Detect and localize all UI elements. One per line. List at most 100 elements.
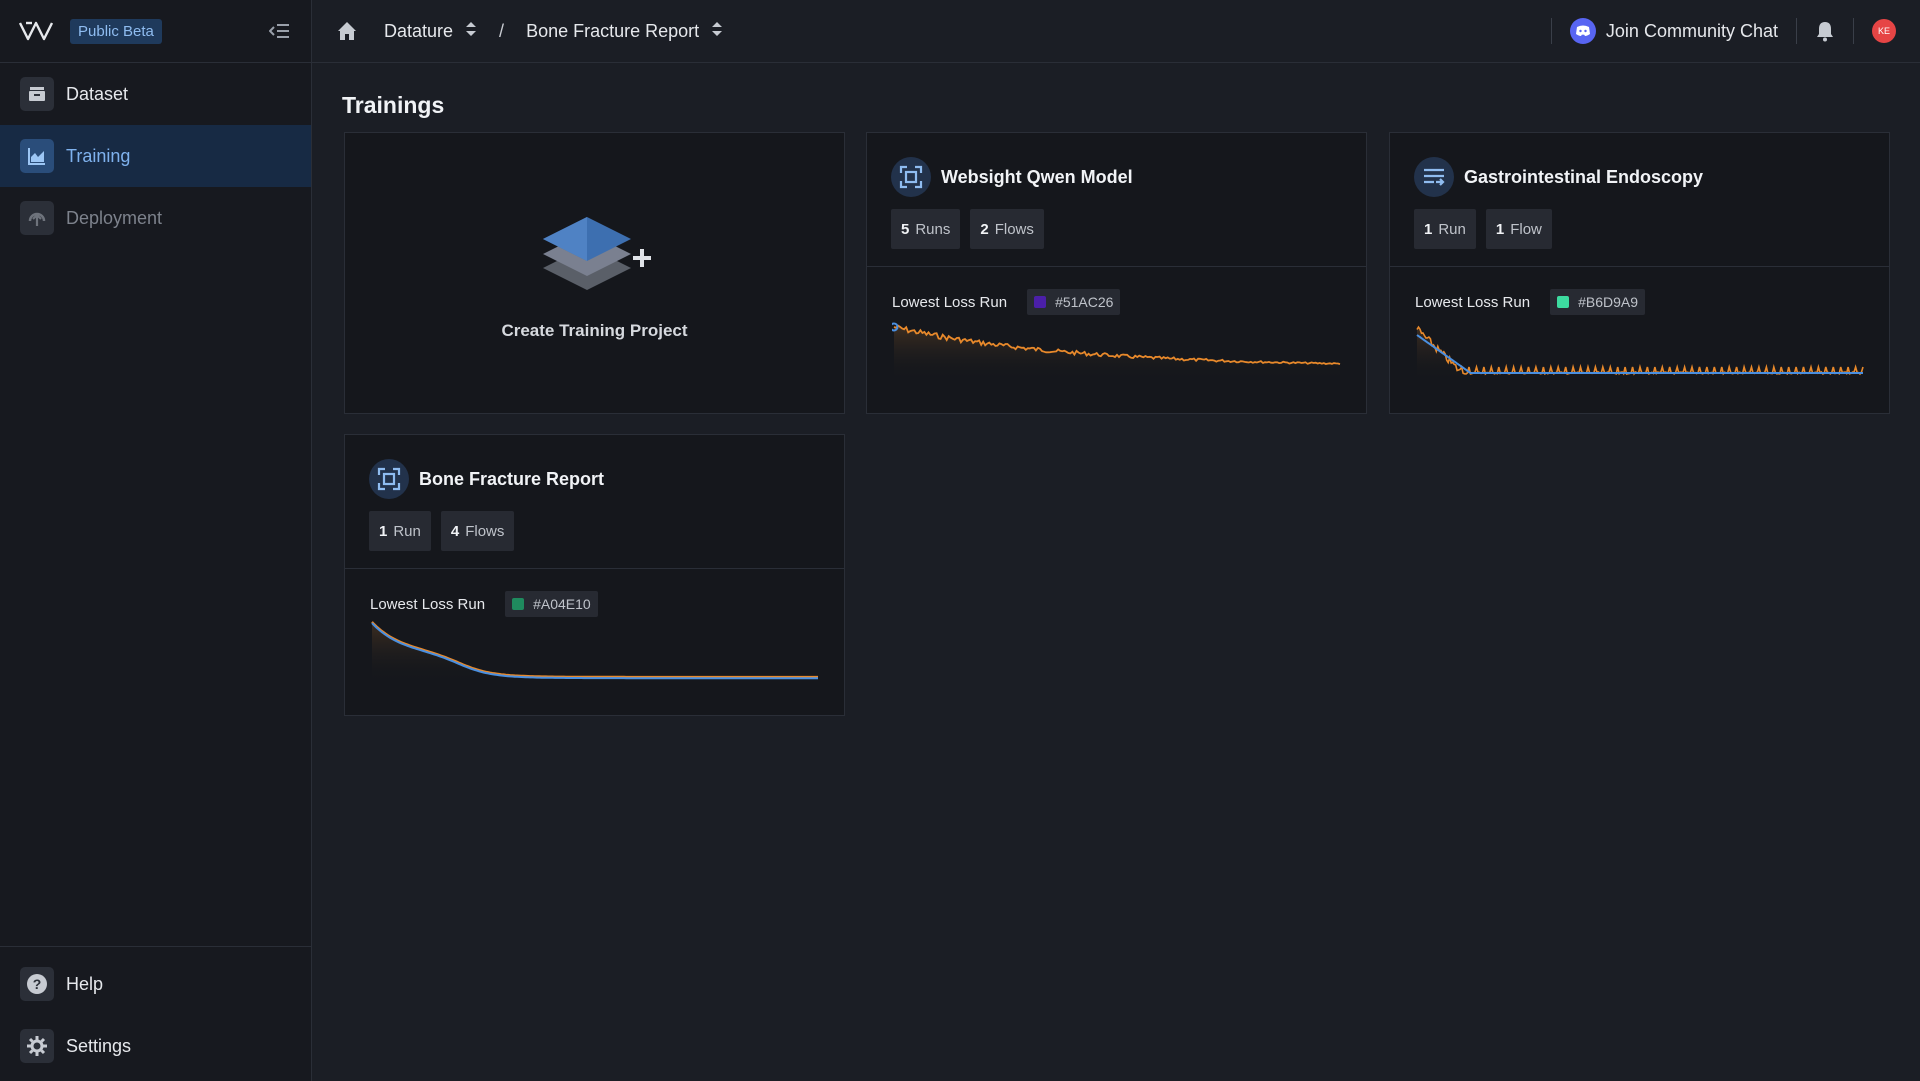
- sidebar-item-label: Help: [66, 973, 104, 994]
- community-chat-label: Join Community Chat: [1605, 20, 1778, 41]
- lowest-loss-label: Lowest Loss Run: [892, 293, 1008, 311]
- project-title-row: Gastrointestinal Endoscopy: [1414, 157, 1865, 197]
- flows-count: 1: [1495, 220, 1505, 238]
- project-title-row: Bone Fracture Report: [369, 459, 820, 499]
- project-title: Websight Qwen Model: [941, 166, 1133, 187]
- project-card-body: Lowest Loss Run #B6D9A9: [1390, 267, 1889, 381]
- breadcrumb-project-label: Bone Fracture Report: [526, 20, 700, 41]
- project-card-header: Bone Fracture Report 1 Run 4 Flows: [345, 435, 844, 569]
- flows-label: Flow: [1510, 220, 1542, 238]
- flows-count-chip: 4 Flows: [440, 511, 515, 551]
- list-arrow-icon: [1414, 157, 1454, 197]
- top-bar: Datature / Bone Fracture Report Join Com…: [312, 0, 1920, 63]
- sidebar: Public Beta Dataset Training Deployment …: [0, 0, 312, 1081]
- run-id: #B6D9A9: [1578, 294, 1639, 310]
- focus-frame-icon: [369, 459, 409, 499]
- flows-label: Flows: [465, 522, 505, 540]
- run-id-chip[interactable]: #51AC26: [1027, 289, 1121, 315]
- join-community-chat-button[interactable]: Join Community Chat: [1569, 18, 1778, 44]
- sort-chevrons-icon: [711, 20, 723, 43]
- run-color-swatch: [512, 598, 525, 610]
- sidebar-item-training[interactable]: Training: [0, 125, 311, 187]
- flows-count: 2: [980, 220, 989, 238]
- run-color-swatch: [1034, 296, 1047, 308]
- deployment-icon: [20, 201, 54, 235]
- project-stats: 5 Runs 2 Flows: [891, 209, 1342, 249]
- runs-label: Runs: [915, 220, 951, 238]
- sort-chevrons-icon: [465, 20, 477, 43]
- flows-count: 4: [450, 522, 460, 540]
- lowest-loss-label: Lowest Loss Run: [1415, 293, 1531, 311]
- discord-icon: [1569, 18, 1596, 44]
- loss-sparkline: [1416, 325, 1864, 381]
- project-card-header: Websight Qwen Model 5 Runs 2 Flows: [867, 133, 1366, 267]
- layers-plus-icon: [535, 206, 655, 303]
- create-training-project-card[interactable]: Create Training Project: [344, 132, 845, 414]
- lowest-loss-row: Lowest Loss Run #B6D9A9: [1415, 289, 1863, 315]
- lowest-loss-row: Lowest Loss Run #51AC26: [892, 289, 1340, 315]
- run-id-chip[interactable]: #A04E10: [505, 591, 598, 617]
- gear-icon: [20, 1029, 54, 1063]
- svg-text:?: ?: [33, 976, 42, 992]
- topbar-actions: Join Community Chat KE: [1533, 0, 1896, 62]
- sidebar-item-label: Dataset: [66, 83, 129, 104]
- run-id: #A04E10: [533, 596, 591, 612]
- runs-count-chip: 1 Run: [369, 511, 431, 551]
- home-icon[interactable]: [336, 20, 358, 42]
- datature-logo[interactable]: [18, 18, 56, 44]
- sidebar-item-help[interactable]: ? Help: [0, 953, 311, 1015]
- project-card-websight-qwen-model[interactable]: Websight Qwen Model 5 Runs 2 Flows Lowest …: [866, 132, 1367, 414]
- loss-area: [894, 325, 1340, 381]
- user-avatar[interactable]: KE: [1872, 19, 1896, 43]
- sidebar-item-deployment[interactable]: Deployment: [0, 187, 311, 249]
- dataset-icon: [20, 77, 54, 111]
- project-card-bone-fracture-report[interactable]: Bone Fracture Report 1 Run 4 Flows Lowest …: [344, 434, 845, 716]
- runs-count-chip: 1 Run: [1414, 209, 1476, 249]
- project-card-gastrointestinal-endoscopy[interactable]: Gastrointestinal Endoscopy 1 Run 1 Flow Lo…: [1389, 132, 1890, 414]
- sidebar-item-dataset[interactable]: Dataset: [0, 63, 311, 125]
- training-chart-icon: [20, 139, 54, 173]
- sidebar-item-label: Training: [66, 145, 131, 166]
- project-stats: 1 Run 4 Flows: [369, 511, 820, 551]
- focus-frame-icon: [891, 157, 931, 197]
- create-training-project-label: Create Training Project: [501, 320, 688, 340]
- run-color-swatch: [1557, 296, 1570, 308]
- run-id: #51AC26: [1055, 294, 1114, 310]
- public-beta-badge: Public Beta: [70, 18, 162, 44]
- runs-count: 5: [901, 220, 910, 238]
- flows-count-chip: 1 Flow: [1485, 209, 1552, 249]
- divider: [1550, 18, 1552, 44]
- project-title: Gastrointestinal Endoscopy: [1464, 166, 1704, 187]
- page-title: Trainings: [342, 92, 445, 118]
- runs-count-chip: 5 Runs: [891, 209, 961, 249]
- sidebar-item-label: Deployment: [66, 207, 163, 228]
- project-card-body: Lowest Loss Run #A04E10: [345, 569, 844, 683]
- breadcrumb-project[interactable]: Bone Fracture Report: [526, 20, 723, 43]
- sidebar-footer: ? Help Settings: [0, 946, 311, 1081]
- project-stats: 1 Run 1 Flow: [1414, 209, 1865, 249]
- runs-count: 1: [379, 522, 388, 540]
- lowest-loss-label: Lowest Loss Run: [370, 595, 486, 613]
- project-card-header: Gastrointestinal Endoscopy 1 Run 1 Flow: [1390, 133, 1889, 267]
- collapse-sidebar-icon[interactable]: [267, 18, 293, 44]
- project-title-row: Websight Qwen Model: [891, 157, 1342, 197]
- sidebar-item-label: Settings: [66, 1035, 132, 1056]
- breadcrumb-workspace-label: Datature: [384, 20, 454, 41]
- runs-label: Run: [1438, 220, 1466, 238]
- runs-label: Run: [393, 522, 421, 540]
- sidebar-item-settings[interactable]: Settings: [0, 1015, 311, 1077]
- run-id-chip[interactable]: #B6D9A9: [1550, 289, 1646, 315]
- divider: [1853, 18, 1854, 44]
- loss-area: [372, 621, 818, 683]
- sidebar-header: Public Beta: [0, 0, 311, 63]
- loss-sparkline: [371, 621, 818, 683]
- loss-line: [1416, 325, 1864, 376]
- breadcrumb-workspace[interactable]: Datature: [384, 20, 477, 43]
- bell-icon[interactable]: [1815, 20, 1835, 42]
- lowest-loss-row: Lowest Loss Run #A04E10: [370, 591, 818, 617]
- project-card-body: Lowest Loss Run #51AC26: [867, 267, 1366, 381]
- help-icon: ?: [20, 967, 54, 1001]
- divider: [1796, 18, 1797, 44]
- breadcrumb-separator: /: [499, 20, 505, 41]
- loss-sparkline: [892, 322, 1341, 381]
